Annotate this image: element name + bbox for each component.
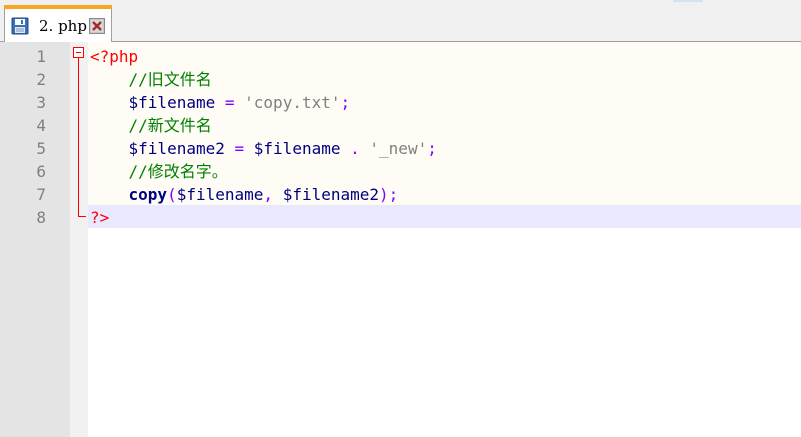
current-line-highlight (88, 205, 801, 228)
line-number: 5 (36, 139, 46, 158)
line-number: 7 (36, 185, 46, 204)
comma: , (263, 185, 274, 204)
tab-label: 2. php (39, 17, 87, 35)
variable: $filename2 (128, 139, 225, 158)
line-number: 1 (36, 47, 46, 66)
line-number: 2 (36, 70, 46, 89)
operator: = (224, 93, 235, 112)
semicolon: ; (427, 139, 437, 158)
close-x-icon[interactable] (89, 18, 105, 34)
floppy-disk-icon (11, 17, 29, 35)
fold-guide-line (78, 58, 79, 217)
code-line-7: copy($filename, $filename2); (90, 183, 399, 206)
code-line-5: $filename2 = $filename . '_new'; (90, 137, 437, 160)
variable: $filename2 (282, 185, 380, 204)
fold-margin (70, 42, 88, 437)
semicolon: ; (388, 185, 399, 204)
variable: $filename (176, 185, 264, 204)
symbol-margin (52, 42, 70, 437)
function-name: copy (128, 185, 168, 204)
comment: //修改名字。 (128, 162, 228, 181)
php-open-tag: <?php (90, 47, 139, 66)
active-tab-accent (4, 5, 112, 9)
tab-bar: 2. php (0, 0, 801, 42)
tab-2-php[interactable]: 2. php (4, 5, 112, 42)
line-number: 3 (36, 93, 46, 112)
code-line-2: //旧文件名 (90, 68, 212, 91)
paren: ) (379, 185, 389, 204)
code-line-1: <?php (90, 45, 138, 68)
line-number: 6 (36, 162, 46, 181)
code-line-6: //修改名字。 (90, 160, 228, 183)
comment: //新文件名 (128, 116, 212, 135)
variable: $filename (253, 139, 341, 158)
code-editor[interactable]: 1 2 3 4 5 6 7 8 <?php //旧文件名 $filename =… (0, 42, 801, 437)
line-number: 8 (36, 208, 46, 227)
string-literal: 'copy.txt' (244, 93, 341, 112)
paren: ( (167, 185, 177, 204)
tab-bar-highlight (673, 0, 703, 2)
line-number: 4 (36, 116, 46, 135)
code-line-4: //新文件名 (90, 114, 212, 137)
comment: //旧文件名 (128, 70, 212, 89)
code-line-3: $filename = 'copy.txt'; (90, 91, 351, 114)
string-literal: '_new' (369, 139, 428, 158)
fold-end-marker (78, 216, 86, 217)
code-line-8: ?> (90, 206, 109, 229)
variable: $filename (128, 93, 216, 112)
php-close-tag: ?> (90, 208, 110, 227)
semicolon: ; (340, 93, 351, 112)
fold-collapse-icon[interactable] (73, 47, 84, 58)
concat-operator: . (350, 139, 360, 158)
operator: = (234, 139, 245, 158)
